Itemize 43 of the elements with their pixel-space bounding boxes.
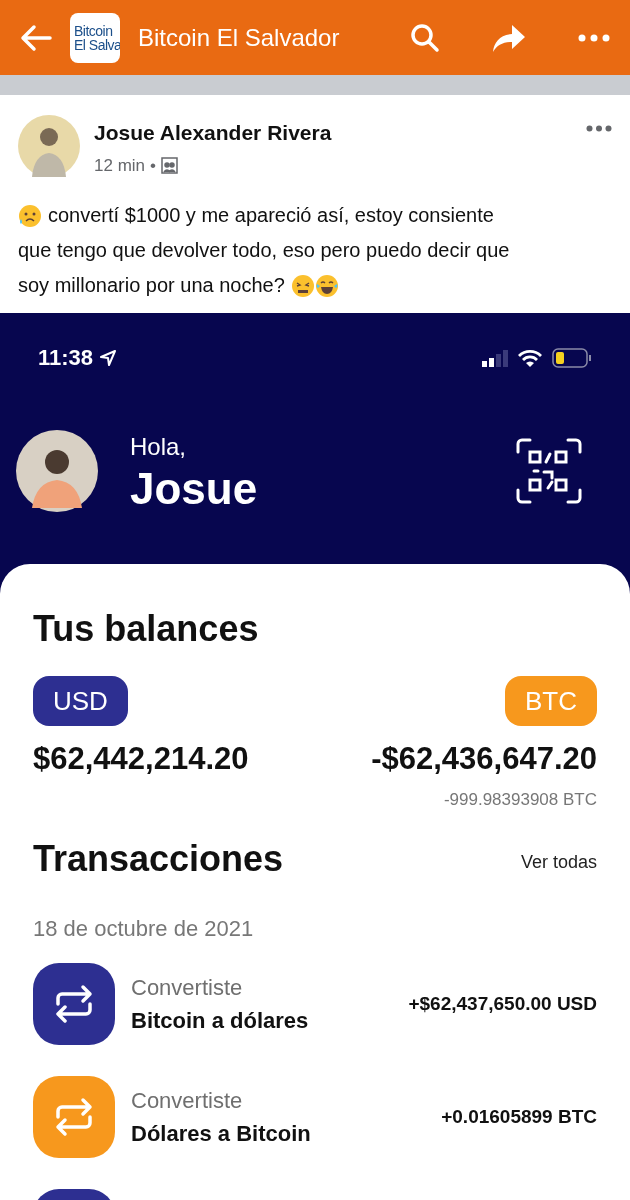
avatar[interactable] bbox=[18, 115, 80, 177]
search-icon[interactable] bbox=[410, 22, 440, 53]
transactions-title: Transacciones bbox=[33, 837, 284, 881]
location-icon bbox=[99, 348, 118, 367]
qr-code-icon[interactable] bbox=[516, 438, 582, 504]
more-icon[interactable] bbox=[586, 125, 612, 132]
post-time: 12 min bbox=[94, 154, 146, 177]
transaction-label: Convertiste bbox=[131, 1087, 244, 1115]
balances-title: Tus balances bbox=[33, 607, 260, 651]
transaction-amount: +$62,437,650.00 USD bbox=[408, 991, 597, 1016]
avatar[interactable] bbox=[16, 430, 98, 512]
status-time: 11:38 bbox=[38, 344, 94, 372]
balance-amount: $62,442,214.20 bbox=[33, 740, 249, 778]
post-text: convertí $1000 y me apareció así, estoy consiente bbox=[48, 203, 494, 228]
wifi-icon bbox=[518, 348, 542, 367]
greeting: Hola, bbox=[130, 432, 188, 462]
group-icon bbox=[161, 156, 178, 174]
post-text: que tengo que devolver todo, eso pero puedo decir que bbox=[18, 238, 510, 263]
group-title: Bitcoin El Salvador bbox=[138, 22, 341, 53]
more-icon[interactable] bbox=[578, 33, 610, 42]
logo-text: Bitcoin bbox=[74, 23, 114, 38]
see-all-link[interactable]: Ver todas bbox=[520, 849, 597, 876]
swap-icon bbox=[33, 1076, 115, 1158]
battery-icon bbox=[552, 347, 592, 368]
tired-face-icon bbox=[290, 273, 315, 298]
currency-badge: BTC bbox=[505, 676, 597, 726]
balance-amount: -$62,436,647.20 bbox=[371, 740, 597, 778]
back-arrow-icon[interactable] bbox=[20, 23, 52, 52]
transaction-title: Bitcoin a dólares bbox=[131, 1007, 310, 1035]
post-text: soy millonario por una noche? bbox=[18, 273, 285, 298]
sad-face-icon bbox=[18, 203, 42, 228]
author-name[interactable]: Josue Alexander Rivera bbox=[94, 117, 572, 149]
transaction-label: Convertiste bbox=[131, 974, 244, 1002]
user-name: Josue bbox=[130, 465, 259, 513]
transaction-date: 18 de octubre de 2021 bbox=[33, 915, 255, 943]
separator-dot: • bbox=[150, 154, 156, 177]
share-icon[interactable] bbox=[492, 22, 526, 53]
laughing-face-icon bbox=[314, 273, 339, 298]
currency-badge: USD bbox=[33, 676, 128, 726]
btc-amount: -999.98393908 BTC bbox=[443, 788, 597, 811]
transaction-title: Dólares a Bitcoin bbox=[131, 1120, 312, 1148]
swap-icon bbox=[33, 963, 115, 1045]
transaction-amount: +0.01605899 BTC bbox=[441, 1104, 597, 1129]
